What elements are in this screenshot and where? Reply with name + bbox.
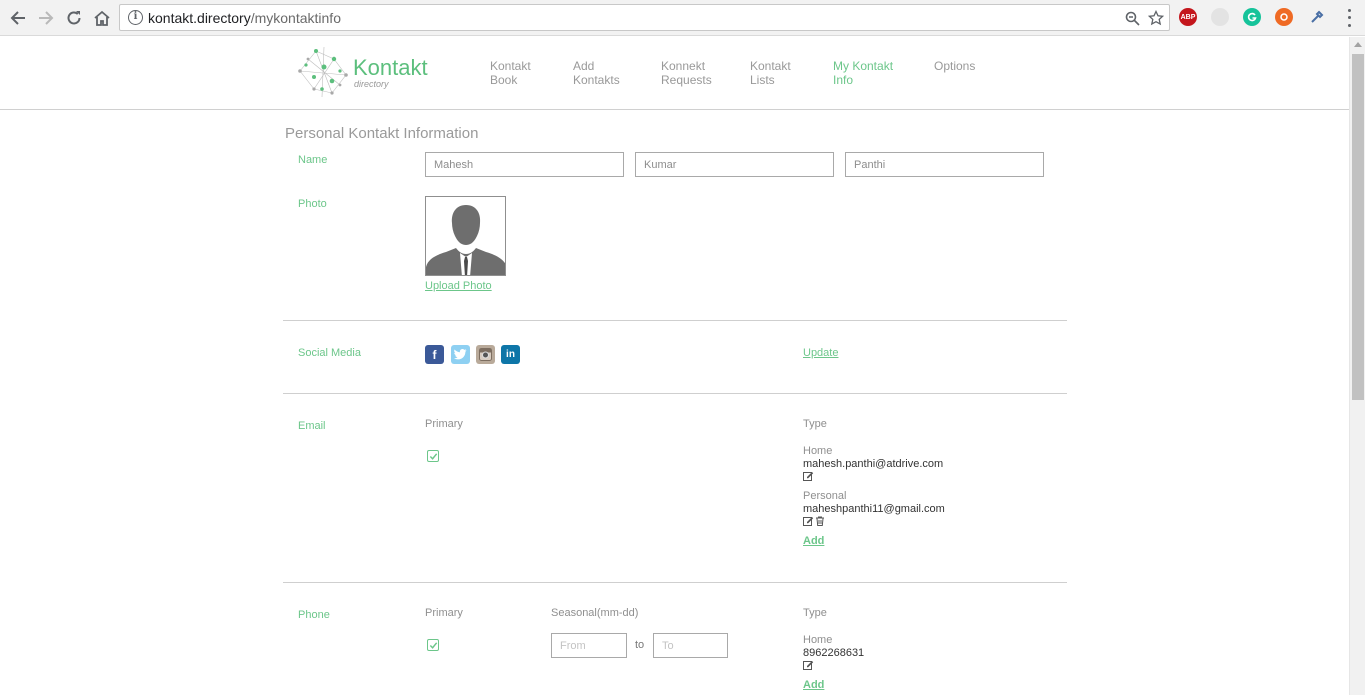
forward-icon[interactable] <box>34 6 58 30</box>
seasonal-from-input[interactable] <box>551 633 627 658</box>
reload-icon[interactable] <box>62 6 86 30</box>
trash-icon[interactable] <box>815 516 825 529</box>
back-icon[interactable] <box>6 6 30 30</box>
info-icon[interactable]: i <box>128 10 143 25</box>
page-scrollbar[interactable] <box>1349 37 1365 695</box>
edit-icon[interactable] <box>803 516 814 529</box>
scroll-up-arrow-icon[interactable] <box>1354 42 1362 47</box>
phone-primary-checkbox[interactable] <box>427 639 439 651</box>
browser-menu-icon[interactable] <box>1342 7 1356 29</box>
edit-icon[interactable] <box>803 471 814 484</box>
phone-primary-header: Primary <box>425 607 463 619</box>
edit-icon[interactable] <box>803 660 814 673</box>
logo-subtitle: directory <box>354 79 389 89</box>
phone-type-header: Type <box>803 607 827 619</box>
email-type-home: Home <box>803 445 833 457</box>
instagram-icon[interactable] <box>476 345 495 364</box>
adblock-extension-icon[interactable]: ABP <box>1179 8 1197 26</box>
email-add-link[interactable]: Add <box>803 535 824 547</box>
email-value-personal: maheshpanthi11@gmail.com <box>803 503 945 515</box>
social-media-label: Social Media <box>298 347 361 359</box>
seasonal-to-text: to <box>635 639 645 651</box>
kontakt-logo[interactable]: Kontakt directory <box>296 45 436 99</box>
email-label: Email <box>298 420 326 432</box>
eyedropper-extension-icon[interactable] <box>1308 8 1326 26</box>
middle-name-input[interactable] <box>635 152 834 177</box>
nav-my-kontakt-info[interactable]: My Kontakt Info <box>833 59 913 87</box>
upload-photo-link[interactable]: Upload Photo <box>425 280 492 292</box>
phone-seasonal-header: Seasonal(mm-dd) <box>551 607 639 619</box>
url-text: kontakt.directory/mykontaktinfo <box>148 10 341 26</box>
photo-label: Photo <box>298 198 327 210</box>
logo-title: Kontakt <box>353 55 428 80</box>
phone-type-home: Home <box>803 634 833 646</box>
phone-value-home: 8962268631 <box>803 647 865 659</box>
email-primary-header: Primary <box>425 418 463 430</box>
name-label: Name <box>298 154 328 166</box>
nav-kontakt-book[interactable]: Kontakt Book <box>490 59 570 87</box>
email-value-home: mahesh.panthi@atdrive.com <box>803 458 944 470</box>
facebook-icon[interactable]: f <box>425 345 444 364</box>
address-bar[interactable]: i kontakt.directory/mykontaktinfo <box>119 4 1170 31</box>
grammarly-extension-icon[interactable] <box>1243 8 1261 26</box>
email-type-header: Type <box>803 418 827 430</box>
home-icon[interactable] <box>90 6 114 30</box>
social-update-link[interactable]: Update <box>803 347 838 359</box>
email-primary-checkbox[interactable] <box>427 450 439 462</box>
site-header: Kontakt directory Kontakt Book Add Kontakt… <box>0 37 1349 110</box>
avatar-silhouette-icon <box>426 197 505 275</box>
nav-kontakt-lists[interactable]: Kontakt Lists <box>750 59 830 87</box>
zoom-icon[interactable] <box>1122 8 1142 28</box>
page-title: Personal Kontakt Information <box>285 125 479 142</box>
nav-options[interactable]: Options <box>934 59 1014 73</box>
first-name-input[interactable] <box>425 152 624 177</box>
bookmark-star-icon[interactable] <box>1146 8 1166 28</box>
phone-label: Phone <box>298 609 330 621</box>
section-divider <box>283 320 1067 321</box>
scroll-thumb[interactable] <box>1352 54 1364 400</box>
extension-grey-icon[interactable] <box>1211 8 1229 26</box>
nav-add-kontakts[interactable]: Add Kontakts <box>573 59 653 87</box>
email-type-personal: Personal <box>803 490 847 502</box>
phone-add-link[interactable]: Add <box>803 679 824 691</box>
seasonal-to-input[interactable] <box>653 633 728 658</box>
nav-konnekt-requests[interactable]: Konnekt Requests <box>661 59 741 87</box>
twitter-icon[interactable] <box>451 345 470 364</box>
profile-photo <box>425 196 506 276</box>
section-divider <box>283 582 1067 583</box>
last-name-input[interactable] <box>845 152 1044 177</box>
extension-orange-icon[interactable] <box>1275 8 1293 26</box>
section-divider <box>283 393 1067 394</box>
linkedin-icon[interactable]: in <box>501 345 520 364</box>
network-logo-icon <box>298 46 348 98</box>
browser-toolbar: i kontakt.directory/mykontaktinfo ABP <box>0 0 1365 36</box>
